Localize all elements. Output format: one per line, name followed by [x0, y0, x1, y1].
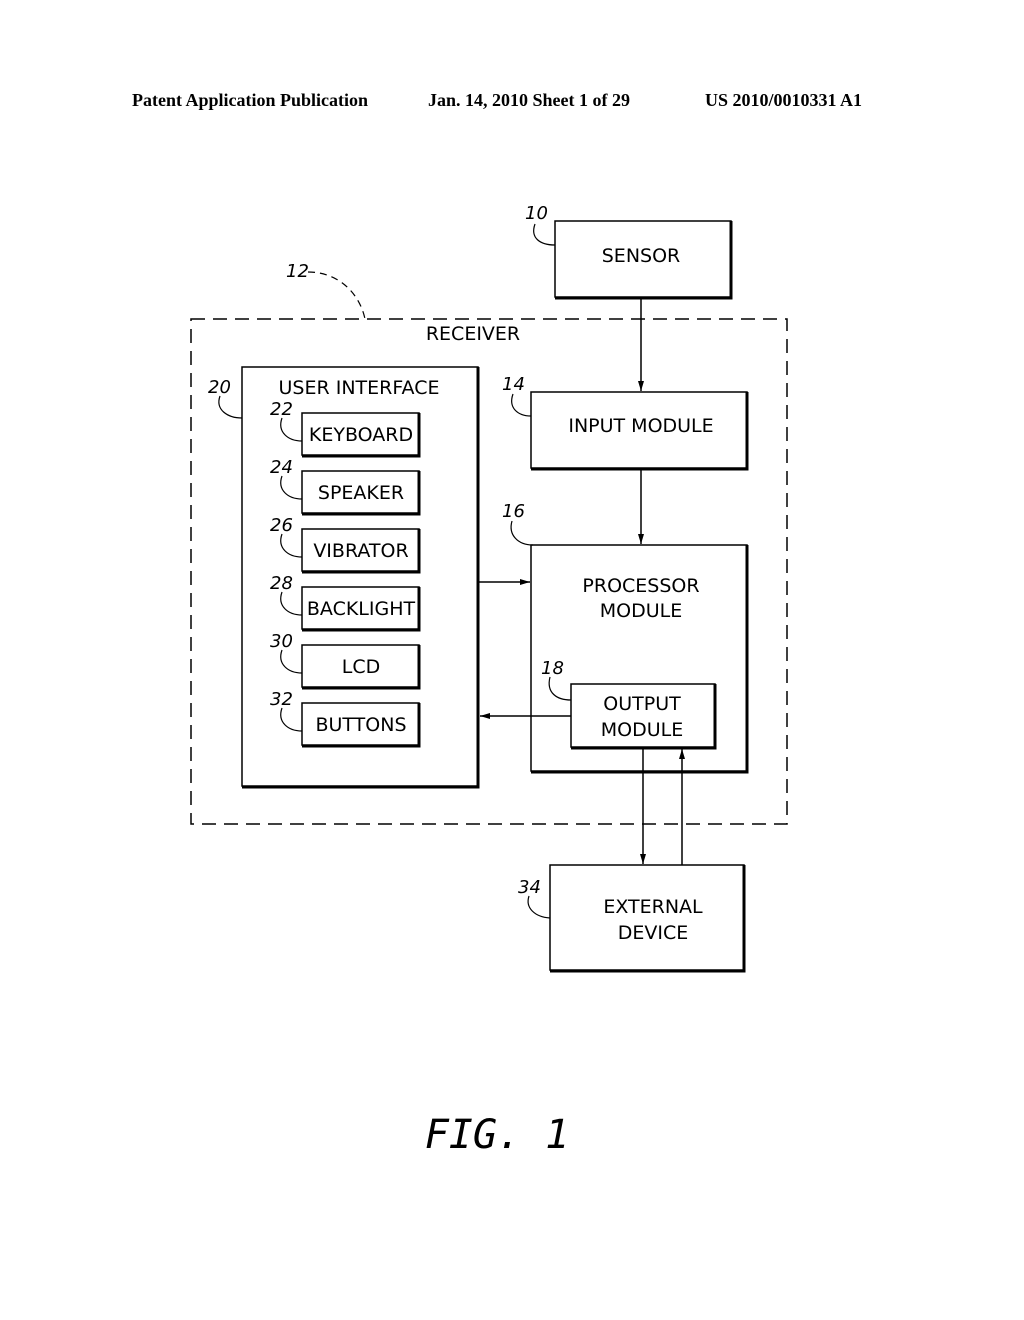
ref-26: 26 [270, 515, 293, 536]
ui-item-label: KEYBOARD [309, 424, 413, 446]
receiver-label: RECEIVER [426, 323, 520, 345]
sensor-label: SENSOR [602, 245, 681, 267]
external-device-block: EXTERNAL DEVICE [549, 864, 746, 973]
processor-module-label-line2: MODULE [600, 600, 682, 622]
ui-item-label: BUTTONS [315, 714, 406, 736]
leader-34 [527, 895, 551, 919]
leader-12 [307, 271, 366, 320]
ref-28: 28 [270, 573, 293, 594]
input-module-label: INPUT MODULE [568, 415, 713, 437]
ref-34: 34 [518, 877, 541, 898]
ref-30: 30 [270, 631, 293, 652]
block-diagram: SENSOR 10 RECEIVER 12 USER INTERFACE 20 … [190, 203, 788, 1158]
leader-14 [511, 393, 532, 417]
ref-22: 22 [270, 399, 293, 420]
external-device-label-line1: EXTERNAL [603, 896, 703, 918]
ref-20: 20 [208, 377, 231, 398]
user-interface-label: USER INTERFACE [279, 377, 440, 399]
ui-item-label: SPEAKER [318, 482, 404, 504]
ref-14: 14 [502, 374, 525, 395]
figure-label: FIG. 1 [425, 1112, 570, 1158]
leader-20 [218, 395, 243, 419]
output-module-label-line2: MODULE [601, 719, 683, 741]
sensor-block: SENSOR [554, 220, 733, 300]
ref-18: 18 [541, 658, 564, 679]
ui-item-label: BACKLIGHT [307, 598, 416, 620]
ui-item-label: LCD [342, 656, 380, 678]
external-device-label-line2: DEVICE [618, 922, 689, 944]
output-module-block: OUTPUT MODULE [570, 683, 717, 750]
leader-10 [533, 223, 556, 246]
leader-16 [510, 520, 534, 546]
processor-module-label-line1: PROCESSOR [582, 575, 699, 597]
output-module-label-line1: OUTPUT [603, 693, 681, 715]
input-module-block: INPUT MODULE [530, 391, 749, 471]
ref-10: 10 [525, 203, 548, 224]
ref-16: 16 [502, 501, 525, 522]
ui-item-label: VIBRATOR [313, 540, 408, 562]
ref-12: 12 [286, 261, 309, 282]
ref-24: 24 [270, 457, 293, 478]
ref-32: 32 [270, 689, 293, 710]
